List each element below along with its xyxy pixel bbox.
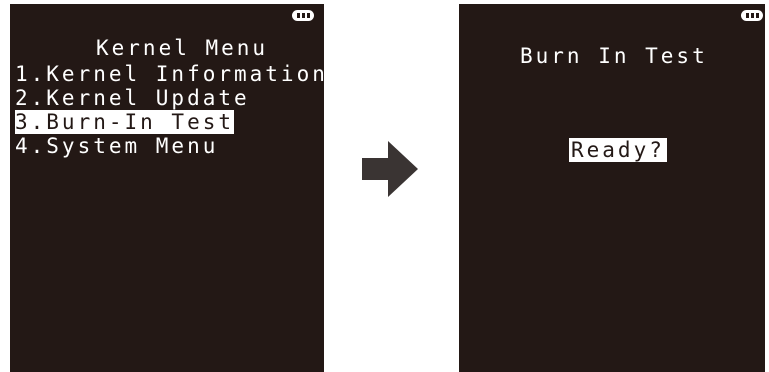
battery-bar	[307, 13, 310, 18]
menu-item-burn-in-test[interactable]: 3.Burn-In Test	[15, 110, 235, 134]
battery-bar	[756, 13, 759, 18]
ready-prompt[interactable]: Ready?	[569, 138, 667, 162]
battery-bar	[746, 13, 749, 18]
screen-title: Kernel Menu	[96, 36, 269, 60]
kernel-menu-screen: Kernel Menu 1.Kernel Information 2.Kerne…	[10, 4, 324, 372]
battery-icon	[741, 10, 763, 21]
menu-item-kernel-update[interactable]: 2.Kernel Update	[15, 86, 250, 110]
battery-bar	[297, 13, 300, 18]
arrow-right-icon	[362, 141, 418, 197]
battery-bar	[302, 13, 305, 18]
menu-item-kernel-information[interactable]: 1.Kernel Information	[15, 62, 324, 86]
battery-bar	[751, 13, 754, 18]
menu-item-system-menu[interactable]: 4.System Menu	[15, 134, 218, 158]
burn-in-test-screen: Burn In Test Ready?	[459, 4, 765, 372]
screen-title: Burn In Test	[520, 44, 708, 68]
battery-icon	[292, 10, 314, 21]
